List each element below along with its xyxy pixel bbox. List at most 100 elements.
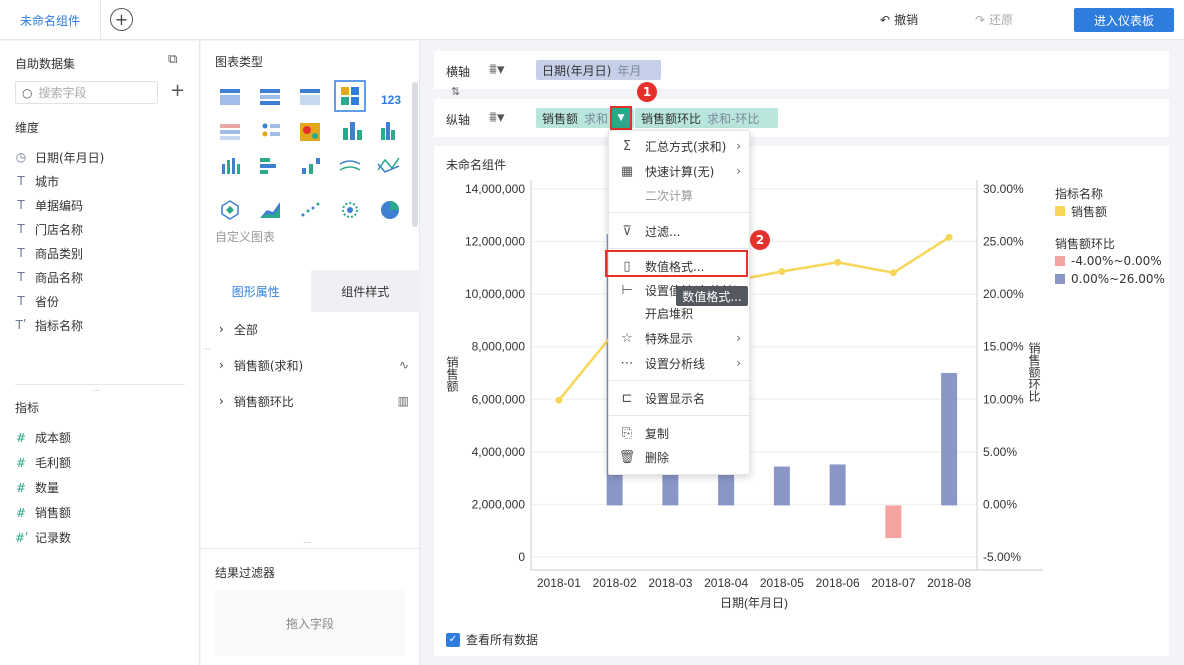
- x-tick-label: 2018-08: [927, 576, 971, 590]
- field-search-input[interactable]: ○ 搜索字段: [15, 81, 158, 104]
- highlight-box-2: [605, 250, 748, 277]
- measure-item[interactable]: #ʹ 记录数: [15, 525, 71, 550]
- line-chart-icon[interactable]: [339, 160, 361, 171]
- menu-item-secondary-calc[interactable]: 二次计算: [609, 183, 751, 207]
- x-axis-type-icon[interactable]: ⩩▾: [489, 60, 505, 78]
- y-tick-label: 0: [518, 550, 525, 564]
- x-axis-field[interactable]: 日期(年月日) 年月: [536, 60, 661, 80]
- filter-icon: ⊽: [622, 223, 632, 239]
- menu-item-quick-calc[interactable]: ▦ 快速计算(无) ›: [609, 159, 751, 183]
- property-item-sales-mom[interactable]: › 销售额环比 ▥: [219, 383, 409, 419]
- grouped-bar-icon[interactable]: [381, 122, 395, 140]
- custom-chart-label[interactable]: 自定义图表: [215, 228, 275, 245]
- field-label: 商品名称: [35, 270, 84, 285]
- dot-table-icon[interactable]: [262, 123, 281, 137]
- dimension-item[interactable]: T 单据编码: [15, 193, 104, 217]
- measure-item[interactable]: # 销售额: [15, 500, 71, 525]
- group-table-icon[interactable]: [260, 89, 280, 105]
- menu-item-display-name[interactable]: ⊏ 设置显示名: [609, 386, 751, 410]
- x-tick-label: 2018-04: [704, 576, 748, 590]
- chevron-right-icon: ›: [219, 358, 224, 372]
- undo-button[interactable]: ↶ 撤销: [880, 11, 918, 28]
- number-type-icon: #: [15, 455, 27, 470]
- redo-button[interactable]: ↷ 还原: [975, 11, 1013, 28]
- add-field-icon[interactable]: +: [170, 82, 185, 100]
- measure-item[interactable]: # 数量: [15, 475, 71, 500]
- legend-swatch: [1055, 206, 1065, 216]
- y2-tick-label: 20.00%: [983, 287, 1024, 301]
- enter-dashboard-button[interactable]: 进入仪表板: [1074, 8, 1174, 32]
- check-icon: ✓: [446, 632, 460, 647]
- boxplot-icon[interactable]: [343, 122, 362, 140]
- dimension-item[interactable]: T 商品类别: [15, 241, 104, 265]
- resize-handle[interactable]: ⋯: [93, 386, 102, 395]
- bubble-chart-icon[interactable]: [342, 202, 358, 218]
- table-chart-icon[interactable]: [220, 89, 240, 105]
- multi-line-icon[interactable]: [377, 157, 400, 173]
- field-label: 成本额: [35, 431, 72, 445]
- dimension-item[interactable]: T 省份: [15, 289, 104, 313]
- number-type-icon: #: [15, 480, 27, 495]
- scatter-bar-icon[interactable]: [302, 158, 320, 174]
- field-label: 商品类别: [35, 246, 84, 261]
- y-tick-label: 8,000,000: [472, 340, 526, 354]
- menu-item-filter[interactable]: ⊽ 过滤...: [609, 219, 751, 243]
- chevron-right-icon: ›: [736, 164, 741, 178]
- dimension-item[interactable]: T 商品名称: [15, 265, 104, 289]
- legend-item-sales[interactable]: 销售额: [1055, 202, 1165, 220]
- switch-dataset-icon[interactable]: ⧉: [168, 52, 177, 67]
- field-label: 记录数: [35, 531, 72, 545]
- x-axis-label: 横轴: [446, 65, 471, 79]
- menu-item-aggregation[interactable]: Σ 汇总方式(求和) ›: [609, 134, 751, 158]
- show-all-data-checkbox[interactable]: ✓ 查看所有数据: [446, 631, 538, 648]
- menu-item-special-display[interactable]: ☆ 特殊显示 ›: [609, 326, 751, 350]
- heatmap-icon[interactable]: [300, 123, 320, 141]
- panel-resize-handle[interactable]: ⋮: [202, 345, 211, 354]
- filter-drop-zone[interactable]: 拖入字段: [215, 590, 405, 656]
- step-badge-2: 2: [750, 230, 770, 250]
- y-axis-type-icon[interactable]: ⩩▾: [489, 108, 505, 126]
- custom-chart-icon[interactable]: [334, 80, 366, 112]
- tab-component[interactable]: 未命名组件: [0, 0, 101, 40]
- menu-separator: [609, 248, 751, 249]
- measure-item[interactable]: # 毛利额: [15, 450, 71, 475]
- property-item-sales[interactable]: › 销售额(求和) ∿: [219, 347, 409, 383]
- legend-item-positive[interactable]: 0.00%~26.00%: [1055, 270, 1165, 288]
- legend-title-1: 指标名称: [1055, 186, 1104, 201]
- measure-item[interactable]: # 成本额: [15, 425, 71, 450]
- pie-chart-icon[interactable]: [381, 201, 399, 219]
- property-item-all[interactable]: › 全部: [219, 311, 409, 347]
- horizontal-bar-icon[interactable]: [260, 158, 276, 174]
- tab-component-style[interactable]: 组件样式: [310, 270, 420, 312]
- tab-graphic-properties[interactable]: 图形属性: [201, 270, 311, 312]
- bar-chart-icon[interactable]: [222, 158, 240, 174]
- scatter-chart-icon[interactable]: [301, 202, 320, 217]
- cross-table-icon[interactable]: [300, 89, 320, 105]
- line-point: [889, 269, 897, 277]
- dimension-item[interactable]: Tʹ 指标名称: [15, 313, 104, 337]
- y2-tick-label: 0.00%: [983, 497, 1017, 511]
- legend: 指标名称 销售额 销售额环比 -4.00%~0.00% 0.00%~26.00%: [1055, 184, 1165, 288]
- bar: [829, 464, 846, 506]
- menu-item-delete[interactable]: 🗑 删除: [609, 445, 751, 469]
- dimension-item[interactable]: T 门店名称: [15, 217, 104, 241]
- kpi-chart-icon[interactable]: 123: [381, 93, 401, 107]
- dimension-item[interactable]: T 城市: [15, 169, 104, 193]
- dimension-item[interactable]: ◷ 日期(年月日): [15, 145, 105, 169]
- menu-item-copy[interactable]: ⎘ 复制: [609, 421, 751, 445]
- x-tick-label: 2018-02: [593, 576, 637, 590]
- swap-axes-icon[interactable]: ⇅: [451, 85, 460, 98]
- menu-item-analysis-line[interactable]: ⋯ 设置分析线 ›: [609, 351, 751, 375]
- area-chart-icon[interactable]: [260, 202, 280, 218]
- legend-item-negative[interactable]: -4.00%~0.00%: [1055, 252, 1165, 270]
- divider: [201, 548, 420, 549]
- y2-tick-label: 15.00%: [983, 340, 1024, 354]
- chart-type-scrollbar[interactable]: [412, 82, 418, 227]
- y-axis-field-sales-mom[interactable]: 销售额环比 求和-环比: [635, 108, 778, 128]
- text-type-icon: T: [17, 174, 25, 188]
- radar-chart-icon[interactable]: [221, 200, 239, 220]
- resize-handle[interactable]: ⋯: [303, 538, 312, 547]
- x-tick-label: 2018-05: [760, 576, 804, 590]
- heat-table-icon[interactable]: [220, 124, 240, 140]
- add-tab-button[interactable]: +: [110, 8, 133, 31]
